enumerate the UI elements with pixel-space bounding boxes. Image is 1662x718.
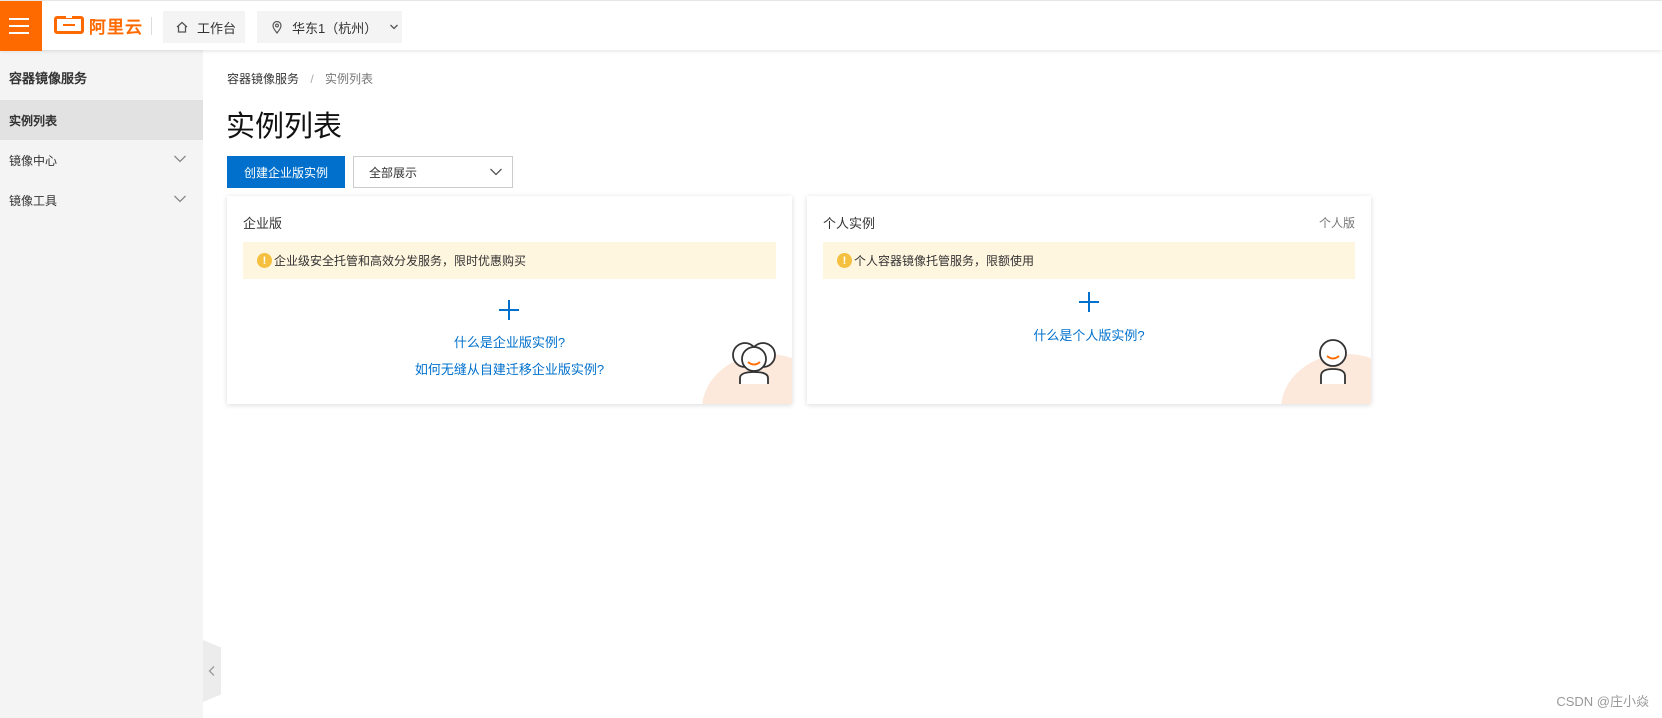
chevron-left-icon (208, 666, 215, 676)
workbench-button[interactable]: 工作台 (163, 11, 245, 43)
instance-filter-select[interactable]: 全部展示 (353, 156, 513, 188)
sidebar: 容器镜像服务 实例列表 镜像中心 镜像工具 (0, 50, 203, 718)
breadcrumb: 容器镜像服务 / 实例列表 (227, 70, 373, 87)
card-title: 企业版 (243, 216, 283, 231)
breadcrumb-root-link[interactable]: 容器镜像服务 (227, 72, 299, 86)
breadcrumb-separator: / (310, 72, 314, 86)
sidebar-item-label: 镜像工具 (9, 193, 58, 208)
logo-text: 阿里云 (89, 17, 143, 37)
breadcrumb-current: 实例列表 (325, 72, 374, 86)
warning-icon: ! (837, 253, 852, 268)
sidebar-item-instance-list[interactable]: 实例列表 (0, 100, 203, 140)
select-value: 全部展示 (369, 165, 418, 180)
region-label: 华东1（杭州） (292, 20, 378, 36)
divider (151, 17, 152, 35)
sidebar-item-image-tools[interactable]: 镜像工具 (0, 180, 203, 220)
person-icon (1319, 339, 1347, 384)
hamburger-menu-button[interactable] (0, 1, 42, 51)
people-group-icon (732, 342, 776, 384)
region-selector[interactable]: 华东1（杭州） (257, 11, 402, 43)
top-navigation-bar: 阿里云 工作台 华东1（杭州） (0, 0, 1662, 51)
page-title: 实例列表 (226, 111, 343, 143)
chevron-down-icon (390, 24, 399, 30)
workbench-label: 工作台 (197, 20, 237, 36)
add-instance-plus-icon[interactable] (1078, 291, 1100, 313)
sidebar-title: 容器镜像服务 (9, 71, 88, 86)
what-is-personal-link[interactable]: 什么是个人版实例? (807, 325, 1371, 344)
add-instance-plus-icon[interactable] (498, 299, 520, 321)
notice-text: 企业级安全托管和高效分发服务，限时优惠购买 (274, 254, 527, 268)
aliyun-logo-icon (54, 15, 84, 34)
home-icon (176, 21, 188, 33)
hamburger-line (9, 32, 29, 34)
watermark: CSDN @庄小焱 (1556, 694, 1649, 709)
notice-banner: ! 企业级安全托管和高效分发服务，限时优惠购买 (243, 242, 776, 279)
sidebar-item-label: 镜像中心 (9, 153, 58, 168)
personal-instance-card: 个人实例 个人版 ! 个人容器镜像托管服务，限额使用 什么是个人版实例? (807, 196, 1371, 404)
location-pin-icon (272, 20, 282, 34)
create-enterprise-instance-button[interactable]: 创建企业版实例 (227, 156, 345, 188)
chevron-down-icon (490, 168, 502, 176)
sidebar-item-label: 实例列表 (9, 113, 58, 128)
enterprise-instance-card: 企业版 ! 企业级安全托管和高效分发服务，限时优惠购买 什么是企业版实例? 如何… (227, 196, 792, 404)
migrate-enterprise-link[interactable]: 如何无缝从自建迁移企业版实例? (227, 359, 792, 378)
hamburger-line (9, 25, 29, 27)
aliyun-logo[interactable]: 阿里云 (54, 13, 143, 37)
notice-banner: ! 个人容器镜像托管服务，限额使用 (823, 242, 1355, 279)
personal-edition-tag: 个人版 (1318, 216, 1355, 230)
what-is-enterprise-link[interactable]: 什么是企业版实例? (227, 332, 792, 351)
warning-icon: ! (257, 253, 272, 268)
hamburger-icon (9, 18, 29, 20)
sidebar-collapse-handle[interactable] (203, 640, 221, 702)
chevron-down-icon (174, 195, 186, 203)
chevron-down-icon (174, 155, 186, 163)
sidebar-item-image-center[interactable]: 镜像中心 (0, 140, 203, 180)
card-title: 个人实例 (823, 216, 876, 231)
notice-text: 个人容器镜像托管服务，限额使用 (854, 254, 1035, 268)
